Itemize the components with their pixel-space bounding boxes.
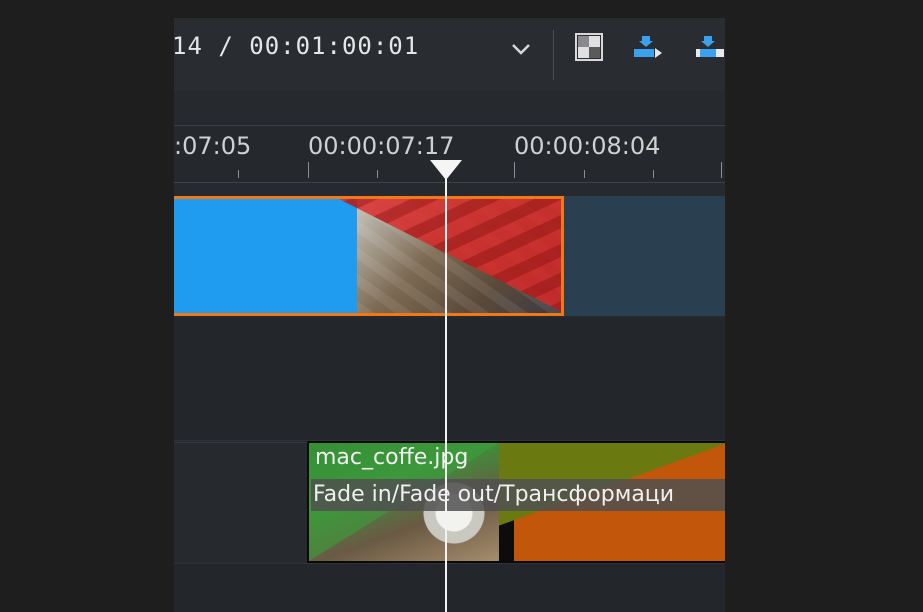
checker-icon[interactable] [574, 32, 604, 62]
track-divider [174, 442, 307, 443]
timeline-panel: 14 / 00:01:00:01:07:05 00:00:07:17 00:0… [174, 18, 725, 612]
selected-clip[interactable] [174, 196, 564, 316]
insert-icon[interactable] [632, 32, 662, 62]
toolbar-separator [553, 30, 554, 80]
video-track-2[interactable] [174, 318, 725, 441]
clip-effects-label: Fade in/Fade out/Трансформаци [311, 479, 725, 511]
ruler-tick [653, 170, 654, 178]
ruler-tick [377, 170, 378, 178]
ruler-tick [584, 170, 585, 178]
timeline-subbar [174, 91, 725, 126]
image-clip[interactable]: mac_coffe.jpg Fade in/Fade out/Трансформ… [307, 441, 725, 563]
ruler-label-1: :07:05 [174, 132, 252, 160]
timecode-display[interactable]: 14 / 00:01:00:01 [174, 32, 419, 60]
overwrite-icon[interactable] [694, 32, 724, 62]
color-clip [174, 199, 357, 313]
playhead-handle[interactable] [430, 160, 462, 180]
ruler-tick [721, 162, 722, 178]
ruler-tick [514, 162, 515, 178]
playhead-line[interactable] [445, 170, 447, 612]
video-track-4[interactable] [174, 563, 725, 612]
ruler-label-3: 00:00:08:04 [514, 132, 661, 160]
chevron-down-icon[interactable] [510, 38, 532, 60]
ruler-tick [308, 162, 309, 178]
ruler-label-2: 00:00:07:17 [308, 132, 455, 160]
ruler-tick [238, 170, 239, 178]
timeline-toolbar: 14 / 00:01:00:01 [174, 18, 725, 92]
empty-clip-area[interactable] [564, 196, 725, 316]
